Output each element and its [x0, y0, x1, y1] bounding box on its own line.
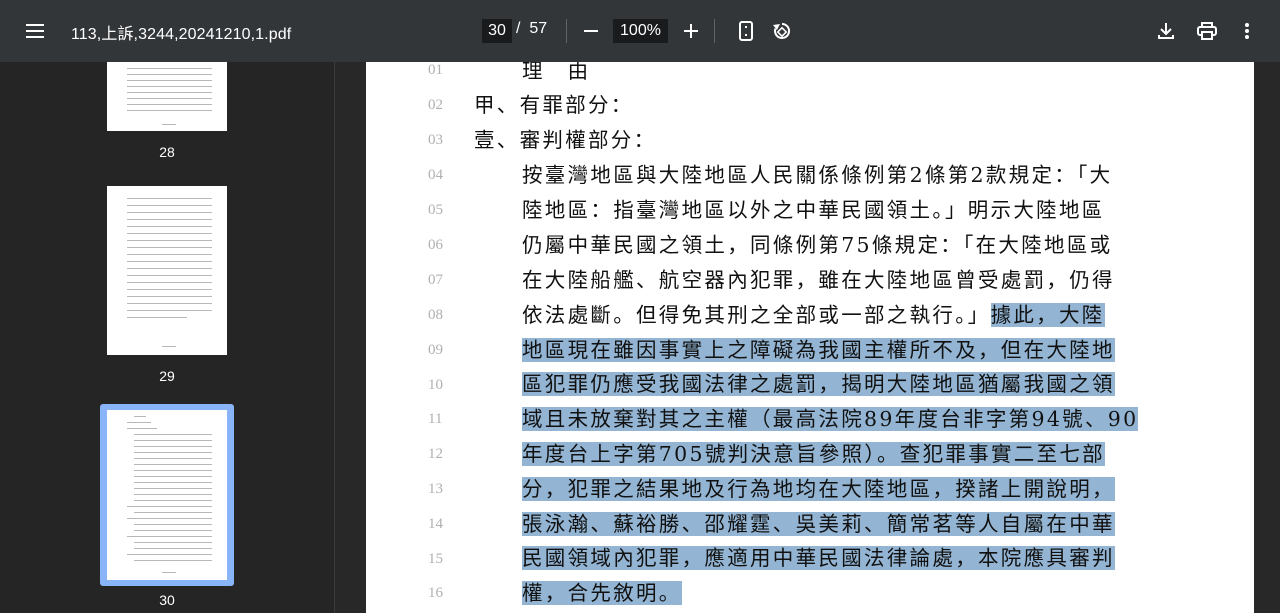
pdf-page: 01 02 03 04 05 06 07 08 09 10 11 12 13 1… [366, 62, 1254, 613]
more-options-icon[interactable] [1234, 18, 1260, 44]
text-line: 分，犯罪之結果地及行為地均在大陸地區，揆諸上開說明， [522, 474, 1115, 504]
menu-icon[interactable] [22, 18, 48, 44]
document-title: 113,上訴,3244,20241210,1.pdf [71, 26, 292, 43]
line-number: 02 [428, 97, 443, 113]
line-number: 09 [428, 342, 443, 358]
line-number: 06 [428, 237, 443, 253]
thumbnail-label: 29 [159, 368, 175, 384]
line-number: 01 [428, 62, 443, 78]
line-number: 16 [428, 585, 443, 601]
text-line: 地區現在雖因事實上之障礙為我國主權所不及，但在大陸地 [522, 335, 1115, 365]
text-line: 依法處斷。但得免其刑之全部或一部之執行。」據此，大陸 [522, 300, 1105, 330]
text-line: 張泳瀚、蘇裕勝、邵耀霆、吳美莉、簡常茗等人自屬在中華 [522, 509, 1115, 539]
text-line: 域且未放棄對其之主權（最高法院89年度台非字第94號、90 [522, 404, 1139, 434]
document-viewer: 01 02 03 04 05 06 07 08 09 10 11 12 13 1… [336, 62, 1280, 613]
zoom-out-icon[interactable] [578, 18, 604, 44]
zoom-in-icon[interactable] [678, 18, 704, 44]
line-number: 10 [428, 377, 443, 393]
highlighted-text[interactable]: 區犯罪仍應受我國法律之處罰，揭明大陸地區猶屬我國之領 [522, 372, 1115, 396]
line-number: 13 [428, 481, 443, 497]
thumbnail-sidebar: 28 29 30 [0, 62, 335, 613]
scrollbar[interactable] [1272, 62, 1280, 613]
highlighted-text[interactable]: 年度台上字第705號判決意旨參照）。查犯罪事實二至七部 [522, 442, 1105, 466]
text-line: 甲、有罪部分： [474, 93, 634, 117]
highlighted-text[interactable]: 民國領域內犯罪，應適用中華民國法律論處，本院應具審判 [522, 546, 1115, 570]
current-page-input[interactable]: 30 [482, 19, 512, 43]
toolbar-divider [714, 19, 715, 43]
plain-text: 依法處斷。但得免其刑之全部或一部之執行。」 [522, 303, 991, 327]
line-number: 07 [428, 272, 443, 288]
highlighted-text[interactable]: 分，犯罪之結果地及行為地均在大陸地區，揆諸上開說明， [522, 477, 1115, 501]
thumbnail-label: 28 [159, 144, 175, 160]
text-line: 年度台上字第705號判決意旨參照）。查犯罪事實二至七部 [522, 439, 1105, 469]
text-line: 仍屬中華民國之領土，同條例第75條規定：「在大陸地區或 [522, 233, 1113, 257]
text-line: 民國領域內犯罪，應適用中華民國法律論處，本院應具審判 [522, 543, 1115, 573]
line-number: 04 [428, 167, 443, 183]
print-icon[interactable] [1194, 18, 1220, 44]
line-number: 03 [428, 132, 443, 148]
rotate-icon[interactable] [769, 18, 795, 44]
pdf-toolbar: 113,上訴,3244,20241210,1.pdf 30 / 57 100% [0, 0, 1280, 62]
thumbnail-label: 30 [159, 592, 175, 608]
highlighted-text[interactable]: 據此，大陸 [990, 303, 1105, 327]
text-line: 在大陸船艦、航空器內犯罪，雖在大陸地區曾受處罰，仍得 [522, 268, 1115, 292]
highlighted-text[interactable]: 權，合先敘明。 [522, 581, 682, 605]
line-number: 15 [428, 551, 443, 567]
text-line: 區犯罪仍應受我國法律之處罰，揭明大陸地區猶屬我國之領 [522, 369, 1115, 399]
text-line: 權，合先敘明。 [522, 578, 682, 608]
line-number: 11 [428, 411, 443, 427]
text-line: 按臺灣地區與大陸地區人民關係條例第2條第2款規定：「大 [522, 163, 1113, 187]
line-number: 12 [428, 446, 443, 462]
highlighted-text[interactable]: 張泳瀚、蘇裕勝、邵耀霆、吳美莉、簡常茗等人自屬在中華 [522, 512, 1115, 536]
fit-to-page-icon[interactable] [733, 18, 759, 44]
page-count: / 57 [516, 20, 548, 37]
text-line: 理 由 [522, 62, 591, 83]
page-thumbnail[interactable] [107, 410, 227, 580]
highlighted-text[interactable]: 地區現在雖因事實上之障礙為我國主權所不及，但在大陸地 [522, 338, 1115, 362]
download-icon[interactable] [1153, 18, 1179, 44]
toolbar-divider [566, 19, 567, 43]
line-number: 05 [428, 202, 443, 218]
page-thumbnail[interactable] [107, 186, 227, 355]
line-number: 14 [428, 516, 443, 532]
zoom-level-input[interactable]: 100% [613, 19, 668, 43]
line-number: 08 [428, 307, 443, 323]
highlighted-text[interactable]: 域且未放棄對其之主權（最高法院89年度台非字第94號、90 [522, 407, 1139, 431]
page-thumbnail[interactable] [107, 62, 227, 131]
text-line: 陸地區：指臺灣地區以外之中華民國領土。」明示大陸地區 [522, 198, 1105, 222]
text-line: 壹、審判權部分： [474, 128, 657, 152]
